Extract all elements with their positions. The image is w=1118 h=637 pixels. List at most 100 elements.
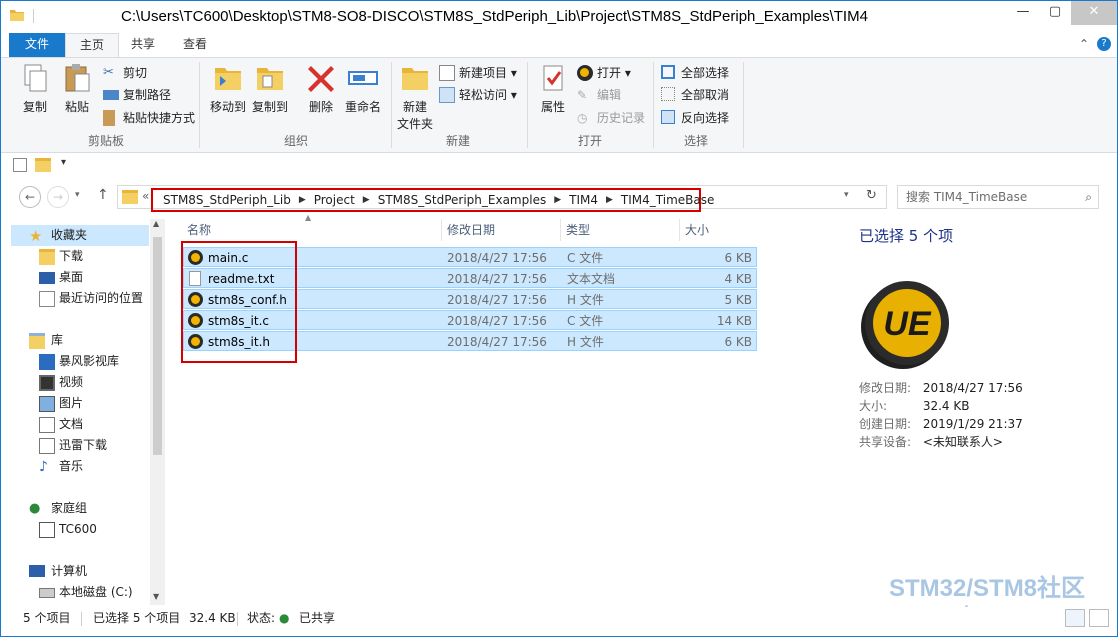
nav-storm[interactable]: 暴风影视库 <box>39 351 119 372</box>
help-icon[interactable]: ? <box>1097 37 1111 51</box>
nav-label: 计算机 <box>51 564 88 578</box>
move-to-label: 移动到 <box>209 100 246 114</box>
details-view-button[interactable] <box>1065 609 1085 627</box>
desktop-icon <box>39 272 55 284</box>
nav-recent[interactable]: 最近访问的位置 <box>39 288 143 309</box>
maximize-button[interactable]: ▢ <box>1039 1 1071 25</box>
explorer-window: C:\Users\TC600\Desktop\STM8-SO8-DISCO\ST… <box>0 0 1118 637</box>
nav-desktop[interactable]: 桌面 <box>39 267 83 288</box>
invert-selection-button[interactable]: 反向选择 <box>661 108 729 128</box>
new-item-button[interactable]: 新建项目 ▾ <box>439 63 517 83</box>
column-header-type[interactable]: 类型 <box>560 219 680 241</box>
edit-button[interactable]: ✎ 编辑 <box>577 85 621 105</box>
nav-documents[interactable]: 文档 <box>39 414 83 435</box>
nav-computer[interactable]: 计算机 <box>29 561 87 582</box>
nav-pictures[interactable]: 图片 <box>39 393 83 414</box>
copy-button[interactable]: 复制 <box>15 62 55 115</box>
chevron-right-icon[interactable]: ▶ <box>604 195 615 205</box>
select-none-button[interactable]: 全部取消 <box>661 85 729 105</box>
select-all-button[interactable]: 全部选择 <box>661 63 729 83</box>
copy-path-button[interactable]: 复制路径 <box>103 85 171 105</box>
new-folder-button[interactable]: 新建 文件夹 <box>395 62 435 132</box>
scrollbar-thumb[interactable] <box>153 237 162 455</box>
status-separator <box>237 612 238 626</box>
computer-icon <box>29 565 45 577</box>
large-icons-view-button[interactable] <box>1089 609 1109 627</box>
nav-local-disk[interactable]: 本地磁盘 (C:) <box>39 582 133 603</box>
nav-favorites[interactable]: ★ 收藏夹 <box>11 225 149 246</box>
search-input[interactable]: 搜索 TIM4_TimeBase ⌕ <box>897 185 1099 209</box>
copy-to-button[interactable]: 复制到 <box>249 62 291 115</box>
new-folder-quick-icon[interactable] <box>35 158 51 172</box>
detail-size: 大小: 32.4 KB <box>859 397 969 414</box>
up-button[interactable]: ↑ <box>97 187 109 203</box>
nav-downloads[interactable]: 下载 <box>39 246 83 267</box>
rename-button[interactable]: 重命名 <box>341 62 385 115</box>
address-bar[interactable]: « STM8S_StdPeriph_Lib ▶ Project ▶ STM8S_… <box>117 185 887 212</box>
chevron-right-icon[interactable]: ▶ <box>297 195 308 205</box>
file-type: 文本文档 <box>567 272 616 286</box>
delete-button[interactable]: 删除 <box>303 62 339 115</box>
group-separator <box>527 62 528 148</box>
open-button[interactable]: 打开 ▾ <box>577 63 631 83</box>
address-dropdown-icon[interactable]: ▾ <box>844 190 849 200</box>
music-note-icon: ♪ <box>39 459 48 475</box>
ribbon-tabs: 文件 主页 共享 查看 ⌃ ? <box>1 31 1117 58</box>
paste-shortcut-label: 粘贴快捷方式 <box>123 111 196 125</box>
nav-videos[interactable]: 视频 <box>39 372 83 393</box>
forward-button[interactable]: → <box>47 186 69 208</box>
cut-label: 剪切 <box>123 66 148 80</box>
scroll-up-icon[interactable]: ▲ <box>153 219 159 228</box>
chevron-right-icon[interactable]: ▶ <box>361 195 372 205</box>
breadcrumb-item[interactable]: STM8S_StdPeriph_Lib <box>157 193 297 207</box>
refresh-icon[interactable]: ↻ <box>866 188 877 203</box>
file-type: C 文件 <box>567 251 604 265</box>
folder-icon[interactable] <box>9 7 25 23</box>
nav-user[interactable]: TC600 <box>39 519 97 540</box>
nav-label: TC600 <box>59 522 97 536</box>
back-button[interactable]: ← <box>19 186 41 208</box>
breadcrumb-item[interactable]: STM8S_StdPeriph_Examples <box>372 193 553 207</box>
expand-ribbon-icon[interactable]: ⌃ <box>1079 37 1089 51</box>
close-button[interactable]: ✕ <box>1071 1 1117 25</box>
nav-music[interactable]: ♪ 音乐 <box>39 456 83 477</box>
svg-text:UE: UE <box>883 305 932 343</box>
tab-file[interactable]: 文件 <box>9 33 66 57</box>
move-to-button[interactable]: 移动到 <box>207 62 249 115</box>
customize-toolbar-icon[interactable]: ▾ <box>61 157 66 168</box>
history-button[interactable]: ◷ 历史记录 <box>577 108 645 128</box>
detail-value[interactable]: <未知联系人> <box>923 435 1003 449</box>
paste-button[interactable]: 粘贴 <box>57 62 97 115</box>
nav-label: 最近访问的位置 <box>59 291 144 305</box>
breadcrumb-item[interactable]: Project <box>308 193 361 207</box>
nav-scrollbar[interactable]: ▲ ▼ <box>150 219 165 605</box>
cut-button[interactable]: ✂ 剪切 <box>103 63 147 83</box>
column-header-date[interactable]: 修改日期 <box>441 219 561 241</box>
nav-label: 收藏夹 <box>51 228 88 242</box>
nav-homegroup[interactable]: ● 家庭组 <box>29 498 87 519</box>
overflow-icon[interactable]: « <box>142 189 149 203</box>
breadcrumb-item[interactable]: TIM4 <box>563 193 604 207</box>
breadcrumb-item[interactable]: TIM4_TimeBase <box>615 193 720 207</box>
tab-view[interactable]: 查看 <box>169 33 221 57</box>
select-none-label: 全部取消 <box>681 88 730 102</box>
detail-key: 共享设备: <box>859 435 912 449</box>
easy-access-button[interactable]: 轻松访问 ▾ <box>439 85 517 105</box>
scroll-down-icon[interactable]: ▼ <box>153 592 159 601</box>
properties-button[interactable]: 属性 <box>533 62 573 115</box>
search-icon[interactable]: ⌕ <box>1085 186 1092 208</box>
properties-quick-icon[interactable] <box>13 158 27 172</box>
column-header-name[interactable]: 名称 <box>181 219 443 241</box>
tab-home[interactable]: 主页 <box>65 33 120 58</box>
tab-share[interactable]: 共享 <box>117 33 169 57</box>
nav-thunder[interactable]: 迅雷下载 <box>39 435 107 456</box>
column-header-size[interactable]: 大小 <box>679 219 759 241</box>
recent-locations-icon[interactable]: ▾ <box>75 190 80 200</box>
new-group-label: 新建 <box>445 134 470 148</box>
chevron-right-icon[interactable]: ▶ <box>552 195 563 205</box>
paste-shortcut-button[interactable]: 粘贴快捷方式 <box>103 108 195 128</box>
nav-libraries[interactable]: 库 <box>29 330 63 351</box>
minimize-button[interactable]: — <box>1007 1 1039 25</box>
rename-label: 重命名 <box>344 100 381 114</box>
detail-value: 2019/1/29 21:37 <box>922 417 1023 431</box>
